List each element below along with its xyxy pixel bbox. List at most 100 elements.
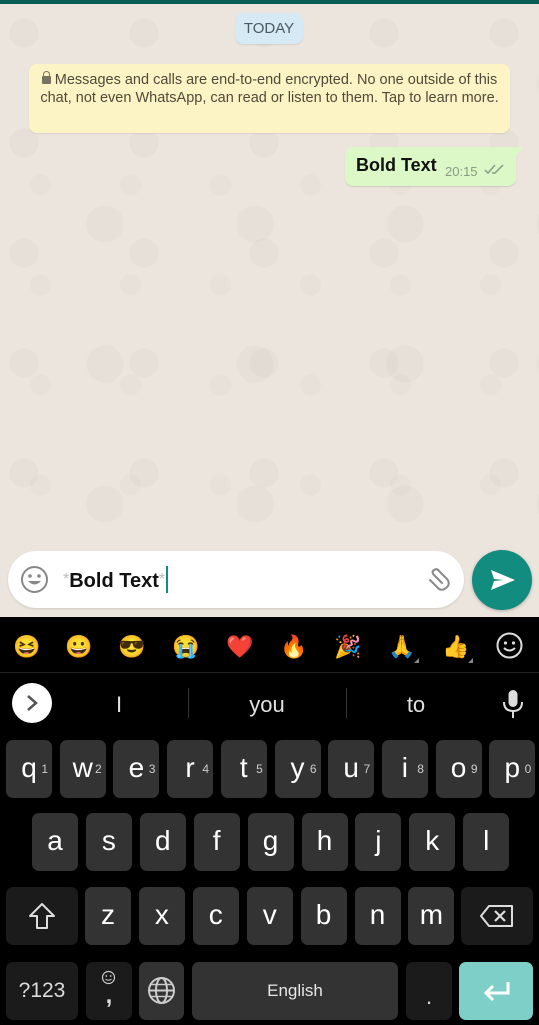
period-key[interactable]: . bbox=[406, 962, 452, 1020]
key-number-hint: 9 bbox=[470, 762, 478, 776]
key-label: q bbox=[21, 752, 37, 783]
key-number-hint: 0 bbox=[524, 762, 532, 776]
paperclip-icon[interactable] bbox=[422, 565, 452, 595]
keyboard: 😆 😀 😎 😭 ❤️ 🔥 🎉 🙏 👍 I you to ?123 , Engli… bbox=[0, 617, 539, 1025]
key-e[interactable]: e3 bbox=[113, 740, 160, 798]
word-suggestion[interactable]: you bbox=[228, 692, 306, 718]
backspace-icon bbox=[480, 905, 513, 927]
key-f[interactable]: f bbox=[193, 813, 240, 871]
lock-icon bbox=[41, 71, 51, 84]
bold-marker-end: * bbox=[158, 571, 166, 588]
key-o[interactable]: o9 bbox=[435, 740, 482, 798]
key-r[interactable]: r4 bbox=[167, 740, 214, 798]
chevron-right-icon bbox=[27, 695, 38, 711]
emoji-suggestion[interactable]: 👍 bbox=[438, 629, 474, 665]
input-value: Bold Text bbox=[69, 570, 159, 592]
enter-arrow-icon bbox=[483, 982, 510, 1002]
emoji-suggestion-bar: 😆 😀 😎 😭 ❤️ 🔥 🎉 🙏 👍 bbox=[0, 617, 539, 673]
globe-icon bbox=[148, 977, 175, 1004]
key-c[interactable]: c bbox=[192, 887, 239, 945]
backspace-key[interactable] bbox=[461, 887, 533, 945]
key-g[interactable]: g bbox=[247, 813, 294, 871]
smiley-icon[interactable] bbox=[20, 565, 49, 594]
key-y[interactable]: y6 bbox=[274, 740, 321, 798]
emoji-suggestion[interactable]: ❤️ bbox=[222, 629, 258, 665]
comma-emoji-key[interactable]: , bbox=[86, 962, 132, 1020]
emoji-glyph: 🙏 bbox=[388, 634, 416, 659]
microphone-icon[interactable] bbox=[500, 689, 526, 719]
emoji-suggestion[interactable]: 🙏 bbox=[384, 629, 420, 665]
emoji-glyph: 👍 bbox=[442, 634, 470, 659]
date-chip: TODAY bbox=[235, 13, 303, 44]
word-suggestion[interactable]: to bbox=[377, 692, 455, 718]
key-a[interactable]: a bbox=[32, 813, 78, 871]
message-time: 20:15 bbox=[445, 164, 478, 179]
comma-label: , bbox=[105, 982, 113, 1009]
emoji-suggestion[interactable]: 😀 bbox=[61, 629, 97, 665]
enter-key[interactable] bbox=[459, 962, 533, 1020]
key-number-hint: 5 bbox=[256, 762, 263, 776]
key-m[interactable]: m bbox=[408, 887, 455, 945]
message-text: Bold Text bbox=[356, 155, 437, 175]
key-number-hint: 4 bbox=[202, 762, 210, 776]
emoji-suggestion[interactable]: 😎 bbox=[114, 629, 150, 665]
message-input[interactable]: *Bold Text* bbox=[63, 566, 169, 593]
emoji-suggestion[interactable]: 😭 bbox=[168, 629, 204, 665]
space-bar[interactable]: English bbox=[192, 962, 398, 1020]
key-n[interactable]: n bbox=[354, 887, 401, 945]
divider bbox=[346, 688, 347, 718]
emoji-suggestion[interactable]: 🔥 bbox=[276, 629, 312, 665]
word-suggestion[interactable]: I bbox=[80, 692, 158, 718]
key-q[interactable]: q1 bbox=[6, 740, 52, 798]
app-bar-edge bbox=[0, 0, 539, 4]
key-p[interactable]: p0 bbox=[489, 740, 536, 798]
language-key[interactable] bbox=[139, 962, 184, 1020]
emoji-keyboard-icon[interactable] bbox=[496, 632, 523, 659]
key-number-hint: 7 bbox=[363, 762, 371, 776]
key-u[interactable]: u7 bbox=[328, 740, 375, 798]
key-w[interactable]: w2 bbox=[59, 740, 106, 798]
symbols-key[interactable]: ?123 bbox=[6, 962, 78, 1020]
send-button[interactable] bbox=[472, 550, 532, 610]
key-number-hint: 2 bbox=[95, 762, 102, 776]
text-caret bbox=[166, 566, 169, 593]
encryption-notice-text: Messages and calls are end-to-end encryp… bbox=[40, 72, 499, 106]
encryption-notice[interactable]: Messages and calls are end-to-end encryp… bbox=[29, 64, 510, 133]
shift-key[interactable] bbox=[6, 887, 78, 945]
key-h[interactable]: h bbox=[301, 813, 348, 871]
variant-indicator bbox=[414, 658, 419, 663]
key-label: y bbox=[290, 752, 305, 783]
emoji-suggestion[interactable]: 🎉 bbox=[330, 629, 366, 665]
key-k[interactable]: k bbox=[409, 813, 456, 871]
toolbar-expand-button[interactable] bbox=[12, 683, 52, 723]
key-number-hint: 1 bbox=[41, 762, 48, 776]
message-composer[interactable]: *Bold Text* bbox=[8, 551, 464, 608]
key-s[interactable]: s bbox=[85, 813, 132, 871]
key-number-hint: 6 bbox=[309, 762, 317, 776]
word-suggestion-bar: I you to bbox=[0, 674, 539, 734]
key-label: i bbox=[401, 752, 408, 783]
key-i[interactable]: i8 bbox=[381, 740, 428, 798]
key-z[interactable]: z bbox=[85, 887, 131, 945]
key-label: o bbox=[450, 752, 467, 783]
key-v[interactable]: v bbox=[246, 887, 293, 945]
key-number-hint: 8 bbox=[417, 762, 424, 776]
key-label: u bbox=[343, 752, 359, 783]
emoji-suggestion[interactable]: 😆 bbox=[9, 629, 45, 665]
divider bbox=[188, 688, 189, 718]
key-label: e bbox=[128, 752, 145, 783]
key-label: p bbox=[504, 752, 521, 783]
key-d[interactable]: d bbox=[139, 813, 186, 871]
key-b[interactable]: b bbox=[300, 887, 347, 945]
key-l[interactable]: l bbox=[463, 813, 510, 871]
key-j[interactable]: j bbox=[355, 813, 402, 871]
outgoing-message[interactable]: Bold Text 20:15 bbox=[345, 147, 524, 186]
key-number-hint: 3 bbox=[148, 762, 156, 776]
chat-background: TODAY Messages and calls are end-to-end … bbox=[0, 0, 539, 617]
key-t[interactable]: t5 bbox=[220, 740, 267, 798]
double-check-icon bbox=[484, 164, 504, 175]
send-icon bbox=[491, 570, 515, 590]
key-x[interactable]: x bbox=[138, 887, 185, 945]
key-label: w bbox=[72, 752, 93, 783]
key-label: r bbox=[185, 752, 195, 783]
